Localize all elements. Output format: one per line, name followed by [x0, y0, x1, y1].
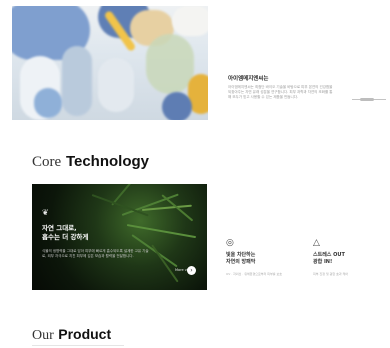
- feature-title: 스트레스 OUT 광합 IN!: [313, 252, 345, 265]
- heading-serif-word: Core: [32, 154, 62, 170]
- slider-indicator-active[interactable]: [360, 98, 374, 101]
- flask-icon: △: [313, 238, 320, 248]
- card-description: 식물의 생명력을 그대로 담아 피부에 빠르게 흡수되도록 설계한 고유 기술로…: [42, 249, 149, 258]
- arrow-right-icon[interactable]: ›: [187, 266, 196, 275]
- card-title: 자연 그대로, 흡수는 더 강하게: [42, 224, 89, 241]
- core-technology-heading: Core Technology: [32, 152, 149, 171]
- heading-bold-word: Product: [58, 326, 112, 342]
- heading-serif-word: Our: [32, 328, 54, 343]
- feature-description: UV · 자외선 · 유해환경으로부터 피부를 보호: [226, 272, 283, 276]
- shield-icon: ◎: [226, 238, 234, 248]
- our-product-heading: Our Product: [32, 326, 111, 344]
- core-technology-card[interactable]: ❦ 자연 그대로, 흡수는 더 강하게 식물의 생명력을 그대로 담아 피부에 …: [32, 184, 207, 290]
- hero-lab-image: [12, 6, 208, 120]
- feature-description: 피부 진정 및 광합 효과 케어: [313, 272, 349, 276]
- feature-title: 빛을 차단하는 자연의 방패막: [226, 252, 256, 265]
- heading-bold-word: Technology: [65, 153, 150, 170]
- leaf-icon: ❦: [42, 208, 49, 217]
- section-divider: [32, 345, 124, 346]
- hero-title: 아이엠메지엔씨는: [228, 76, 269, 82]
- hero-description: 아이엠메지엔씨는 최첨단 바이오 기술을 바탕으로 피부 본연의 건강함을 되찾…: [228, 85, 333, 99]
